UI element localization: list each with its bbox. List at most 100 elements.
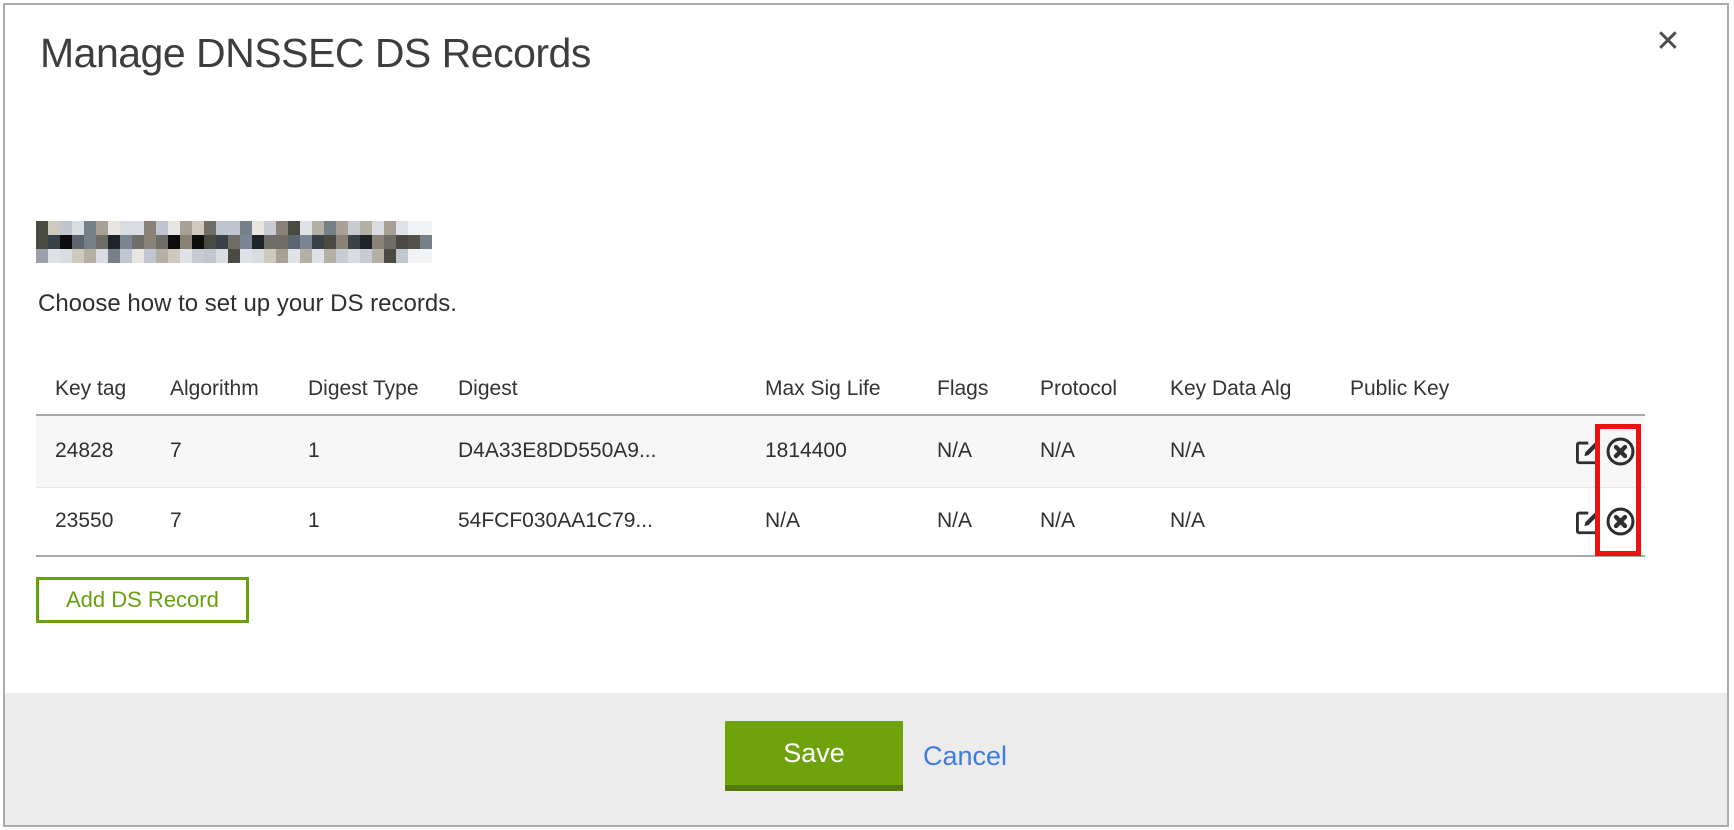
close-icon[interactable]: ✕	[1650, 24, 1686, 60]
redacted-pixel	[336, 221, 348, 235]
cell-algorithm: 7	[151, 415, 289, 487]
cell-digest: 54FCF030AA1C79...	[439, 487, 746, 556]
redacted-pixel	[192, 249, 204, 263]
column-header-public-key: Public Key	[1331, 364, 1541, 415]
redacted-pixel	[108, 249, 120, 263]
cell-digest: D4A33E8DD550A9...	[439, 415, 746, 487]
redacted-pixel	[96, 221, 108, 235]
redacted-pixel	[216, 249, 228, 263]
redacted-pixel	[288, 221, 300, 235]
redacted-pixel	[408, 235, 420, 249]
redacted-pixel	[108, 221, 120, 235]
redacted-pixel	[240, 249, 252, 263]
redacted-pixel	[72, 221, 84, 235]
redacted-pixel	[360, 235, 372, 249]
redacted-pixel	[228, 221, 240, 235]
column-header-flags: Flags	[918, 364, 1021, 415]
redacted-pixel	[336, 235, 348, 249]
redacted-pixel	[36, 249, 48, 263]
redacted-pixel	[348, 235, 360, 249]
column-header-algorithm: Algorithm	[151, 364, 289, 415]
delete-icon[interactable]	[1606, 507, 1635, 536]
redacted-pixel	[168, 221, 180, 235]
redacted-pixel	[276, 221, 288, 235]
redacted-pixel	[120, 249, 132, 263]
table-header-row: Key tagAlgorithmDigest TypeDigestMax Sig…	[36, 364, 1645, 415]
redacted-pixel	[60, 235, 72, 249]
edit-icon[interactable]	[1572, 506, 1603, 537]
redacted-pixel	[384, 221, 396, 235]
redacted-pixel	[264, 235, 276, 249]
redacted-pixel	[312, 249, 324, 263]
redacted-pixel	[156, 221, 168, 235]
redacted-pixel	[180, 221, 192, 235]
redacted-pixel	[336, 249, 348, 263]
redacted-pixel	[96, 235, 108, 249]
redacted-pixel	[420, 221, 432, 235]
redacted-pixel	[300, 249, 312, 263]
column-header-protocol: Protocol	[1021, 364, 1151, 415]
redacted-pixel	[84, 221, 96, 235]
redacted-pixel	[288, 249, 300, 263]
redacted-pixel	[144, 249, 156, 263]
column-header-key-tag: Key tag	[36, 364, 151, 415]
column-header-digest: Digest	[439, 364, 746, 415]
redacted-pixel	[264, 249, 276, 263]
redacted-pixel	[288, 235, 300, 249]
redacted-pixel	[168, 235, 180, 249]
ds-record-row: 2482871D4A33E8DD550A9...1814400N/AN/AN/A	[36, 415, 1645, 487]
redacted-pixel	[372, 235, 384, 249]
redacted-pixel	[216, 221, 228, 235]
redacted-pixel	[228, 235, 240, 249]
redacted-pixel	[156, 249, 168, 263]
redacted-pixel	[204, 221, 216, 235]
ds-records-table: Key tagAlgorithmDigest TypeDigestMax Sig…	[36, 364, 1645, 557]
redacted-pixel	[204, 235, 216, 249]
cell-public-key	[1331, 415, 1541, 487]
cancel-link[interactable]: Cancel	[923, 741, 1007, 772]
cell-actions	[1541, 487, 1645, 556]
save-button[interactable]: Save	[725, 721, 903, 791]
redacted-pixel	[252, 221, 264, 235]
add-ds-record-button[interactable]: Add DS Record	[36, 577, 249, 623]
column-header-actions	[1541, 364, 1645, 415]
redacted-pixel	[396, 249, 408, 263]
redacted-pixel	[348, 249, 360, 263]
redacted-pixel	[204, 249, 216, 263]
redacted-pixel	[372, 249, 384, 263]
redacted-pixel	[276, 235, 288, 249]
redacted-pixel	[264, 221, 276, 235]
redacted-pixel	[132, 235, 144, 249]
cell-key-tag: 24828	[36, 415, 151, 487]
cell-flags: N/A	[918, 487, 1021, 556]
redacted-pixel	[192, 221, 204, 235]
dialog-footer: Save Cancel	[5, 693, 1727, 825]
edit-icon[interactable]	[1572, 436, 1603, 467]
delete-icon[interactable]	[1606, 437, 1635, 466]
redacted-domain-name	[36, 221, 432, 263]
redacted-pixel	[180, 235, 192, 249]
redacted-pixel	[48, 235, 60, 249]
redacted-pixel	[408, 221, 420, 235]
redacted-pixel	[228, 249, 240, 263]
instruction-text: Choose how to set up your DS records.	[38, 290, 457, 318]
cell-protocol: N/A	[1021, 487, 1151, 556]
redacted-pixel	[180, 249, 192, 263]
cell-digest-type: 1	[289, 487, 439, 556]
redacted-pixel	[252, 249, 264, 263]
redacted-pixel	[144, 235, 156, 249]
redacted-pixel	[276, 249, 288, 263]
cell-algorithm: 7	[151, 487, 289, 556]
redacted-pixel	[36, 221, 48, 235]
cell-flags: N/A	[918, 415, 1021, 487]
redacted-pixel	[60, 221, 72, 235]
redacted-pixel	[48, 249, 60, 263]
redacted-pixel	[360, 249, 372, 263]
redacted-pixel	[132, 249, 144, 263]
redacted-pixel	[60, 249, 72, 263]
redacted-pixel	[108, 235, 120, 249]
cell-key-data-alg: N/A	[1151, 415, 1331, 487]
redacted-pixel	[48, 221, 60, 235]
ds-record-row: 235507154FCF030AA1C79...N/AN/AN/AN/A	[36, 487, 1645, 556]
dialog-title: Manage DNSSEC DS Records	[40, 30, 591, 77]
